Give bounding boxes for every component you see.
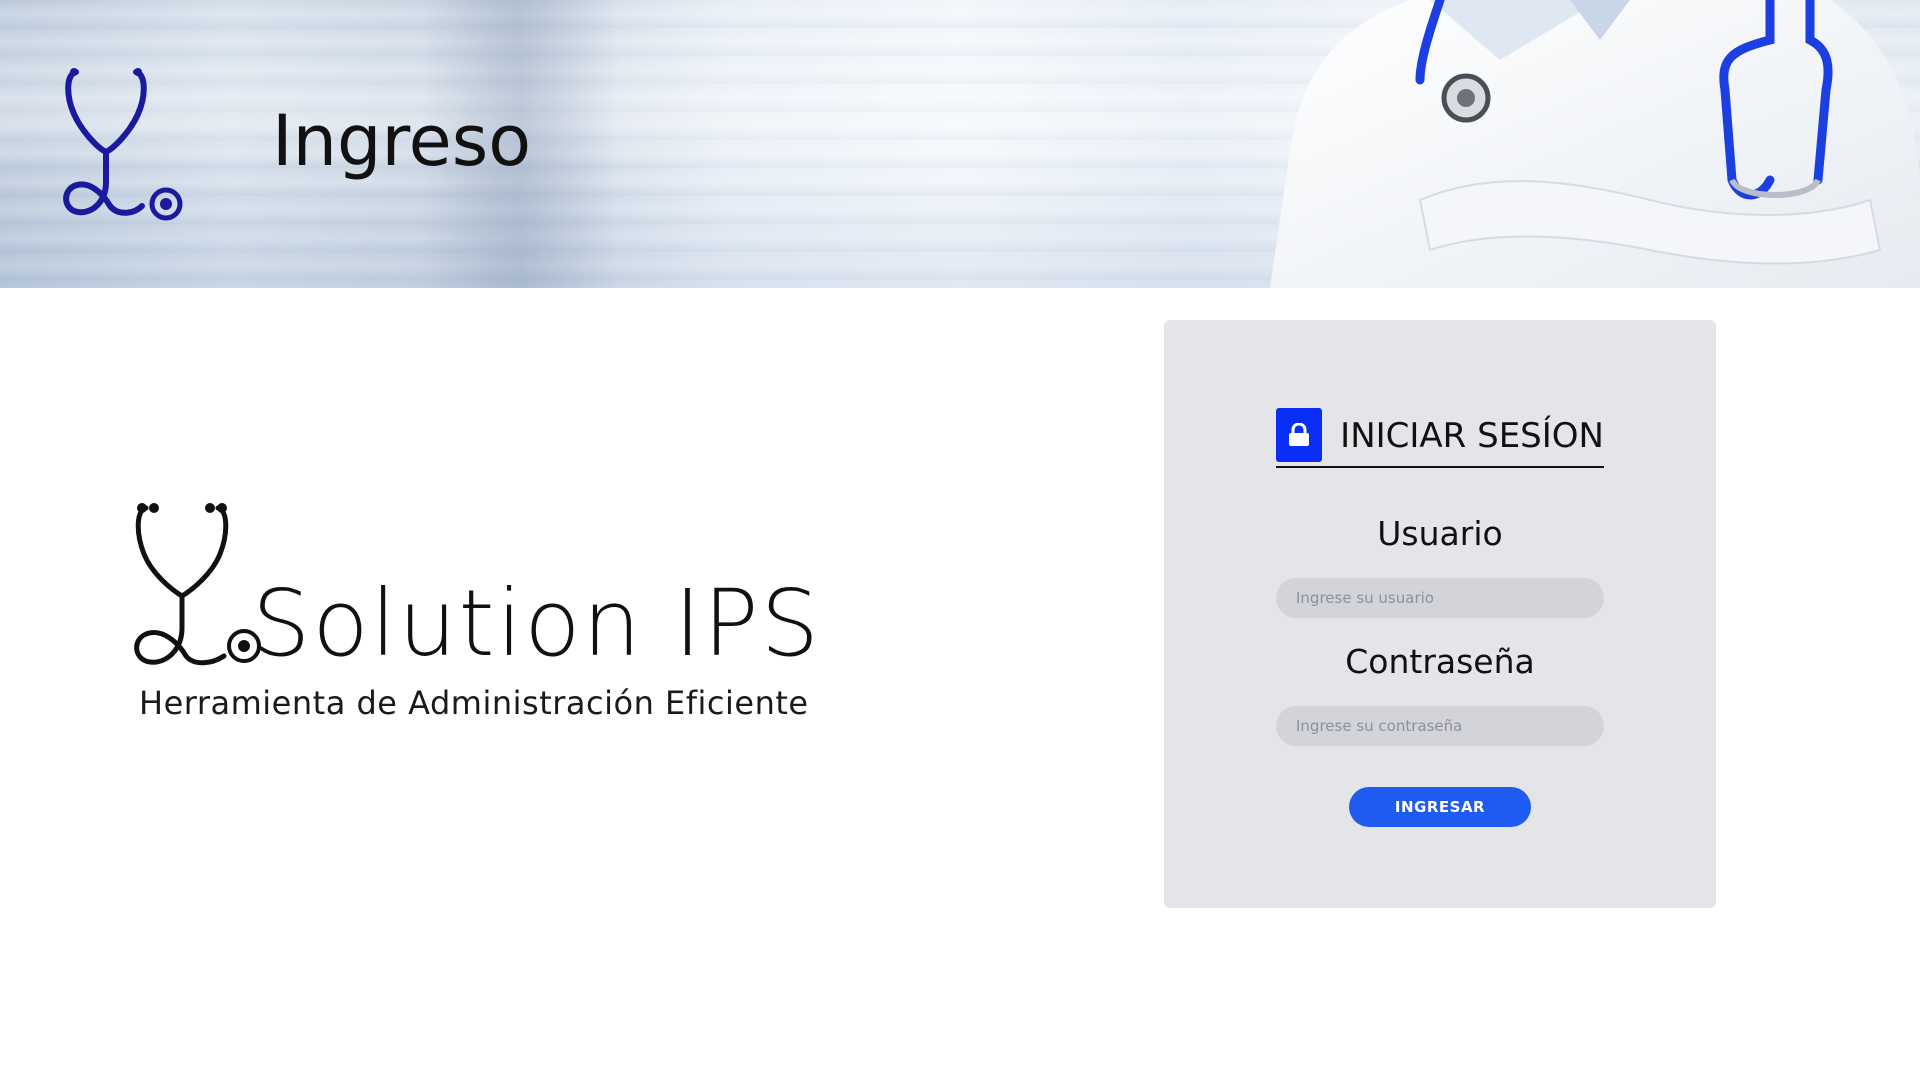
login-title: INICIAR SESÍON	[1340, 416, 1604, 456]
doctor-image	[1270, 0, 1920, 288]
username-input[interactable]	[1276, 578, 1604, 618]
lock-icon	[1276, 408, 1323, 462]
brand-name: Solution IPS	[252, 570, 822, 677]
password-input[interactable]	[1276, 706, 1604, 746]
login-submit-button[interactable]: INGRESAR	[1349, 787, 1531, 827]
login-header: INICIAR SESÍON	[1276, 408, 1604, 468]
brand-tagline: Herramienta de Administración Eficiente	[139, 684, 809, 722]
brand-logo-block: Solution IPS Herramienta de Administraci…	[132, 500, 872, 740]
header-banner: Ingreso	[0, 0, 1920, 288]
page-title: Ingreso	[272, 100, 532, 182]
password-label: Contraseña	[1345, 642, 1535, 681]
stethoscope-icon	[63, 68, 183, 221]
login-form: INICIAR SESÍON Usuario Contraseña INGRES…	[1164, 320, 1716, 908]
username-label: Usuario	[1377, 514, 1503, 553]
